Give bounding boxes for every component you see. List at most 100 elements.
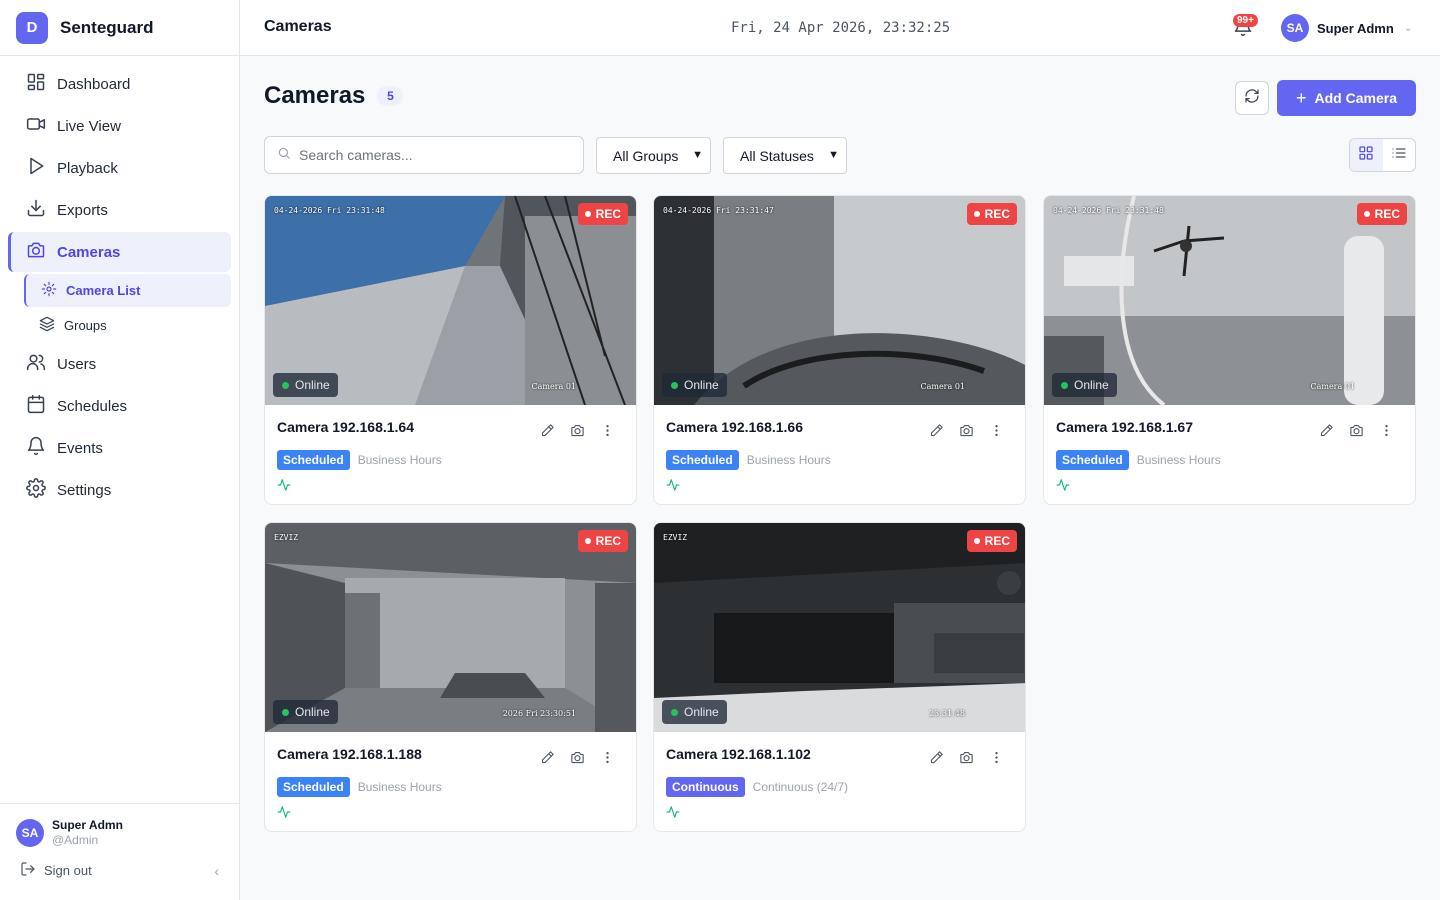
camera-snapshot[interactable]: 04-24-2026 Fri 23:31:48 Camera 01 REC On… bbox=[265, 196, 636, 405]
camera-osd-text: EZVIZ bbox=[274, 533, 299, 542]
sidebar-item-label: Playback bbox=[57, 159, 118, 177]
more-options-button[interactable] bbox=[592, 422, 622, 438]
edit-button[interactable] bbox=[921, 749, 951, 765]
rec-badge: REC bbox=[577, 203, 628, 225]
camera-icon bbox=[959, 751, 973, 763]
sidebar-item-exports[interactable]: Exports bbox=[8, 190, 231, 230]
datetime-clock: Fri, 24 Apr 2026, 23:32:25 bbox=[731, 20, 951, 36]
camera-card[interactable]: 04-24-2026 Fri 23:31:47 Camera 01 REC On… bbox=[653, 195, 1026, 505]
edit-button[interactable] bbox=[532, 422, 562, 438]
camera-snapshot[interactable]: 04-24-2026 Fri 23:31:47 Camera 01 REC On… bbox=[654, 196, 1025, 405]
camera-osd-label: 23:31:48 bbox=[929, 709, 965, 718]
more-options-button[interactable] bbox=[981, 749, 1011, 765]
user-menu[interactable]: SA Super Admn ⌄ bbox=[1281, 14, 1412, 42]
camera-card[interactable]: 04-24-2026 Fri 23:31:48 Camera 01 REC On… bbox=[264, 195, 637, 505]
sidebar-user[interactable]: SA Super Admn @Admin bbox=[0, 804, 239, 847]
sidebar-item-users[interactable]: Users bbox=[8, 344, 231, 384]
sidebar-item-dashboard[interactable]: Dashboard bbox=[8, 64, 231, 104]
gear-icon bbox=[26, 478, 46, 502]
snapshot-button[interactable] bbox=[951, 422, 981, 438]
search-icon bbox=[277, 146, 291, 165]
more-options-button[interactable] bbox=[1371, 422, 1401, 438]
more-vertical-icon bbox=[605, 751, 609, 763]
camera-actions bbox=[532, 749, 622, 765]
sidebar-subitem-label: Groups bbox=[64, 318, 107, 333]
recording-mode-badge: Scheduled bbox=[277, 777, 350, 797]
more-options-button[interactable] bbox=[592, 749, 622, 765]
camera-card-body: Camera 192.168.1.64 Scheduled Business H… bbox=[265, 405, 636, 497]
chevron-down-icon: ▼ bbox=[692, 149, 703, 161]
camera-card[interactable]: EZVIZ 23:31:48 REC Online Camera 192.168… bbox=[653, 522, 1026, 832]
sign-out-button[interactable]: Sign out bbox=[44, 863, 214, 878]
camera-card-body: Camera 192.168.1.67 Scheduled Business H… bbox=[1044, 405, 1415, 497]
sidebar-item-live-view[interactable]: Live View bbox=[8, 106, 231, 146]
recording-mode-badge: Scheduled bbox=[666, 450, 739, 470]
online-dot-icon bbox=[1061, 381, 1068, 389]
rec-badge: REC bbox=[577, 530, 628, 552]
sidebar-item-schedules[interactable]: Schedules bbox=[8, 386, 231, 426]
camera-snapshot[interactable]: EZVIZ 2026 Fri 23:30:51 REC Online bbox=[265, 523, 636, 732]
rec-dot-icon bbox=[1363, 211, 1370, 217]
rec-badge: REC bbox=[966, 203, 1017, 225]
page-title: Cameras bbox=[264, 82, 366, 109]
activity-icon bbox=[277, 478, 624, 497]
more-options-button[interactable] bbox=[981, 422, 1011, 438]
activity-icon bbox=[277, 805, 624, 824]
online-dot-icon bbox=[671, 708, 678, 716]
bell-icon bbox=[26, 436, 46, 460]
sidebar-item-label: Exports bbox=[57, 201, 108, 219]
sidebar-item-cameras[interactable]: Cameras bbox=[8, 232, 231, 272]
snapshot-button[interactable] bbox=[562, 422, 592, 438]
rec-badge: REC bbox=[966, 530, 1017, 552]
cameras-submenu: Camera List Groups bbox=[24, 274, 231, 342]
more-vertical-icon bbox=[1384, 424, 1388, 436]
list-view-button[interactable] bbox=[1383, 139, 1416, 171]
sidebar-subitem-camera-list[interactable]: Camera List bbox=[24, 274, 231, 307]
refresh-icon bbox=[1244, 88, 1260, 109]
collapse-sidebar-icon[interactable]: ‹ bbox=[214, 863, 219, 879]
status-badge: Online bbox=[1052, 373, 1117, 397]
sidebar-subitem-groups[interactable]: Groups bbox=[24, 309, 231, 342]
sidebar-item-events[interactable]: Events bbox=[8, 428, 231, 468]
snapshot-button[interactable] bbox=[951, 749, 981, 765]
edit-button[interactable] bbox=[1311, 422, 1341, 438]
sidebar-item-settings[interactable]: Settings bbox=[8, 470, 231, 510]
grid-icon bbox=[1358, 145, 1374, 166]
camera-snapshot[interactable]: EZVIZ 23:31:48 REC Online bbox=[654, 523, 1025, 732]
recording-mode-badge: Scheduled bbox=[1056, 450, 1129, 470]
camera-icon bbox=[570, 751, 584, 763]
camera-card[interactable]: EZVIZ 2026 Fri 23:30:51 REC Online Camer… bbox=[264, 522, 637, 832]
pencil-icon bbox=[541, 423, 554, 436]
status-filter-select[interactable]: All Statuses ▼ bbox=[723, 137, 847, 174]
camera-actions bbox=[532, 422, 622, 438]
camera-osd-text: 04-24-2026 Fri 23:31:48 bbox=[274, 206, 385, 215]
snapshot-button[interactable] bbox=[1341, 422, 1371, 438]
download-icon bbox=[26, 198, 46, 222]
edit-button[interactable] bbox=[921, 422, 951, 438]
notification-badge: 99+ bbox=[1233, 14, 1258, 27]
rec-label: REC bbox=[984, 534, 1010, 548]
sidebar-item-label: Settings bbox=[57, 481, 112, 499]
brand[interactable]: D Senteguard bbox=[0, 0, 239, 56]
snapshot-button[interactable] bbox=[562, 749, 592, 765]
camera-tags: Scheduled Business Hours bbox=[277, 777, 624, 797]
search-input[interactable] bbox=[299, 147, 569, 163]
refresh-button[interactable] bbox=[1235, 81, 1269, 115]
user-meta: Super Admn @Admin bbox=[52, 818, 123, 847]
camera-actions bbox=[921, 422, 1011, 438]
edit-button[interactable] bbox=[532, 749, 562, 765]
plus-icon: + bbox=[1296, 87, 1307, 108]
add-camera-button[interactable]: + Add Camera bbox=[1277, 80, 1416, 116]
sign-out-icon bbox=[20, 861, 36, 880]
camera-osd-label: Camera 01 bbox=[531, 382, 576, 391]
grid-view-button[interactable] bbox=[1350, 139, 1383, 171]
camera-card[interactable]: 04-24-2026 Fri 23:31:48 Camera 01 REC On… bbox=[1043, 195, 1416, 505]
more-vertical-icon bbox=[994, 751, 998, 763]
sidebar-item-label: Schedules bbox=[57, 397, 128, 415]
group-filter-select[interactable]: All Groups ▼ bbox=[596, 137, 711, 174]
topbar: Cameras Fri, 24 Apr 2026, 23:32:25 99+ S… bbox=[240, 0, 1440, 56]
rec-label: REC bbox=[984, 207, 1010, 221]
play-icon bbox=[26, 156, 46, 180]
sidebar-item-playback[interactable]: Playback bbox=[8, 148, 231, 188]
camera-snapshot[interactable]: 04-24-2026 Fri 23:31:48 Camera 01 REC On… bbox=[1044, 196, 1415, 405]
